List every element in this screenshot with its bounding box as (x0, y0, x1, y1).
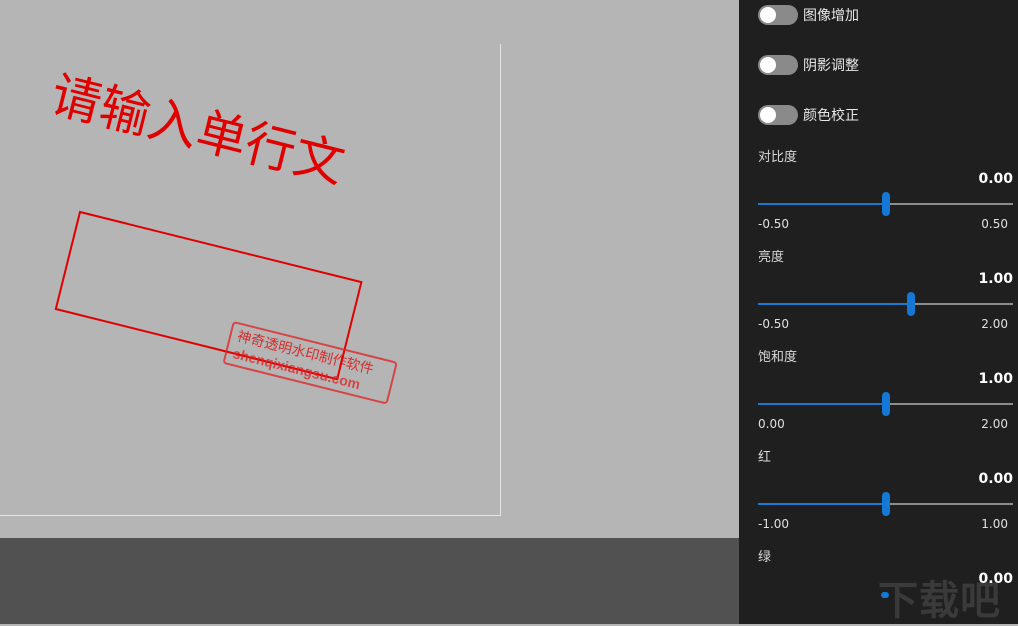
red-label: 红 (758, 446, 771, 465)
stamp-main-text: 请输入单行文 (45, 65, 350, 194)
brightness-max: 2.00 (981, 317, 1008, 331)
canvas-area[interactable]: 请输入单行文 神奇透明水印制作软件 shenqixiangsu.com (0, 0, 739, 538)
canvas-bottom-bar (0, 538, 739, 624)
saturation-slider[interactable] (758, 403, 1013, 405)
saturation-label: 饱和度 (758, 346, 797, 365)
slider-fill (758, 203, 886, 205)
brand-stamp: 神奇透明水印制作软件 shenqixiangsu.com (224, 322, 397, 403)
slider-thumb[interactable] (907, 292, 915, 316)
slider-fill (758, 403, 886, 405)
color-correct-toggle[interactable] (758, 105, 798, 125)
brightness-value: 1.00 (978, 271, 1013, 287)
red-slider[interactable] (758, 503, 1013, 505)
toggle-knob (760, 7, 776, 23)
toggle-label: 图像增加 (803, 5, 859, 25)
saturation-value: 1.00 (978, 371, 1013, 387)
contrast-min: -0.50 (758, 217, 789, 231)
contrast-slider[interactable] (758, 203, 1013, 205)
contrast-max: 0.50 (981, 217, 1008, 231)
toggle-knob (760, 107, 776, 123)
green-value: 0.00 (978, 571, 1013, 587)
toggle-row-shadow: 阴影调整 (758, 53, 859, 77)
toggle-row-image-boost: 图像增加 (758, 3, 859, 27)
green-label: 绿 (758, 546, 771, 565)
brightness-slider[interactable] (758, 303, 1013, 305)
toggle-knob (760, 57, 776, 73)
contrast-label: 对比度 (758, 146, 797, 165)
red-max: 1.00 (981, 517, 1008, 531)
slider-thumb[interactable] (882, 492, 890, 516)
saturation-max: 2.00 (981, 417, 1008, 431)
brightness-min: -0.50 (758, 317, 789, 331)
image-boost-toggle[interactable] (758, 5, 798, 25)
slider-fill (758, 303, 911, 305)
toggle-label: 颜色校正 (803, 105, 859, 125)
contrast-value: 0.00 (978, 171, 1013, 187)
adjustment-panel: 图像增加 阴影调整 颜色校正 对比度 0.00 -0.50 0.50 亮度 1.… (739, 0, 1018, 624)
green-slider-thumb[interactable] (881, 592, 889, 598)
slider-fill (758, 503, 886, 505)
shadow-adjust-toggle[interactable] (758, 55, 798, 75)
red-value: 0.00 (978, 471, 1013, 487)
saturation-min: 0.00 (758, 417, 785, 431)
slider-thumb[interactable] (882, 392, 890, 416)
brightness-label: 亮度 (758, 246, 784, 265)
slider-thumb[interactable] (882, 192, 890, 216)
toggle-label: 阴影调整 (803, 55, 859, 75)
red-min: -1.00 (758, 517, 789, 531)
stamp-preview: 请输入单行文 神奇透明水印制作软件 shenqixiangsu.com (0, 0, 739, 538)
toggle-row-color: 颜色校正 (758, 103, 859, 127)
